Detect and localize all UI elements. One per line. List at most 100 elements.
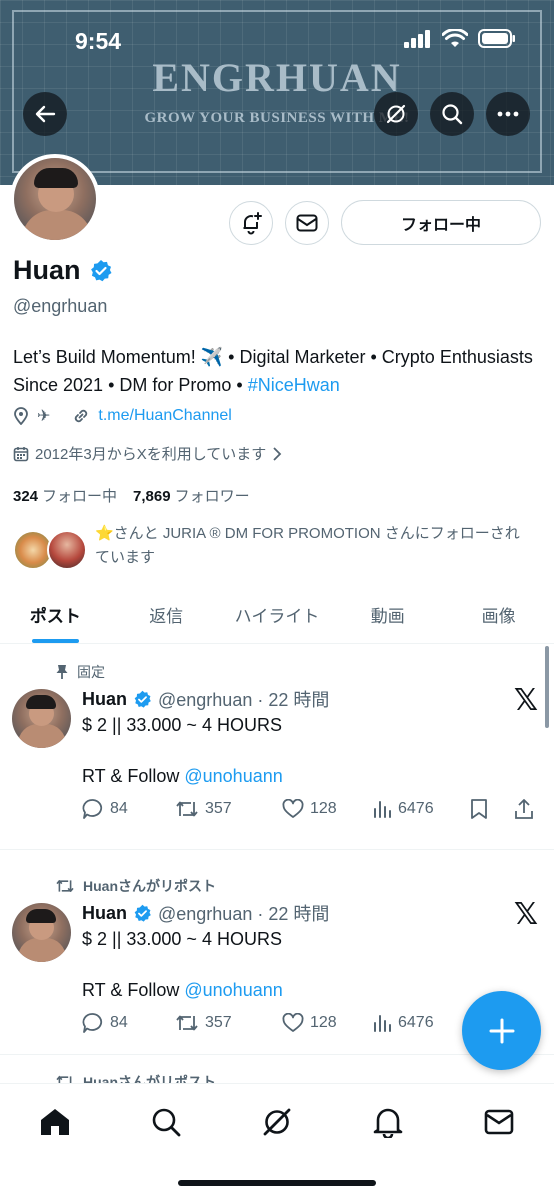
- repost-count: 357: [205, 1014, 232, 1031]
- repost-count: 357: [205, 800, 232, 817]
- reply-button[interactable]: 84: [82, 798, 175, 820]
- message-button[interactable]: [285, 201, 329, 245]
- follow-counts: 324 フォロー中 7,869 フォロワー: [13, 485, 250, 506]
- profile-tabs: ポスト 返信 ハイライト 動画 画像: [0, 590, 554, 644]
- tab-videos[interactable]: 動画: [332, 590, 443, 643]
- reply-icon: [82, 799, 103, 819]
- post-author-name[interactable]: Huan: [82, 689, 127, 710]
- post-mention[interactable]: @unohuann: [184, 766, 282, 786]
- reply-button[interactable]: 84: [82, 1012, 175, 1034]
- post-actions: 84 357 128 6476: [82, 798, 542, 820]
- reply-count: 84: [110, 1014, 128, 1031]
- post-author-avatar[interactable]: [12, 689, 71, 748]
- x-logo-icon: 𝕏: [513, 897, 538, 932]
- post-author-name[interactable]: Huan: [82, 903, 127, 924]
- tab-highlights[interactable]: ハイライト: [222, 590, 333, 643]
- scrollbar[interactable]: [545, 646, 549, 728]
- post-text-line2: RT & Follow @unohuann: [82, 763, 283, 789]
- status-icons: [404, 29, 516, 48]
- calendar-icon: [13, 446, 29, 461]
- location-icon: [14, 407, 28, 425]
- post-context: 固定: [55, 662, 105, 682]
- bio-hashtag[interactable]: #NiceHwan: [248, 375, 340, 395]
- post-context-label: 固定: [77, 664, 105, 680]
- like-button[interactable]: 128: [282, 799, 372, 819]
- profile-avatar[interactable]: [10, 154, 100, 244]
- post-text-line2: RT & Follow @unohuann: [82, 977, 283, 1003]
- active-tab-indicator: [32, 639, 79, 643]
- nav-home[interactable]: [35, 1102, 75, 1142]
- search-button[interactable]: [430, 92, 474, 136]
- like-button[interactable]: 128: [282, 1013, 372, 1033]
- battery-icon: [478, 29, 515, 48]
- grok-button[interactable]: [374, 92, 418, 136]
- pin-icon: [56, 665, 68, 679]
- nav-grok[interactable]: [257, 1102, 297, 1142]
- more-icon: [497, 111, 519, 117]
- post-item[interactable]: 固定 Huan @engrhuan · 22 時間 𝕏 $ 2 || 33.00…: [0, 645, 554, 850]
- nav-messages[interactable]: [479, 1102, 519, 1142]
- post-mention[interactable]: @unohuann: [184, 980, 282, 1000]
- followers-count-link[interactable]: 7,869 フォロワー: [133, 485, 250, 506]
- search-icon: [152, 1108, 181, 1137]
- x-logo-icon: 𝕏: [513, 683, 538, 718]
- bookmark-button[interactable]: [470, 798, 514, 820]
- verified-badge-icon[interactable]: [89, 259, 113, 283]
- repost-button[interactable]: 357: [175, 799, 282, 819]
- views-count: 6476: [398, 1014, 434, 1031]
- post-context: Huanさんがリポスト: [55, 876, 216, 896]
- repost-icon: [176, 1015, 198, 1031]
- share-button[interactable]: [514, 798, 534, 820]
- notifications-icon: [373, 1108, 403, 1138]
- home-indicator: [178, 1180, 376, 1186]
- bookmark-icon: [471, 799, 487, 819]
- profile-link[interactable]: t.me/HuanChannel: [98, 407, 231, 425]
- reply-count: 84: [110, 800, 128, 817]
- nav-notifications[interactable]: [368, 1102, 408, 1142]
- tab-label: ポスト: [29, 607, 81, 626]
- link-icon: [75, 409, 88, 423]
- tab-media[interactable]: 画像: [443, 590, 554, 643]
- notify-button[interactable]: [229, 201, 273, 245]
- post-handle-time: @engrhuan · 22 時間: [158, 904, 330, 924]
- avatar-figure: [22, 210, 92, 240]
- compose-post-button[interactable]: [462, 991, 541, 1070]
- post-text-line1: $ 2 || 33.000 ~ 4 HOURS: [82, 929, 282, 949]
- profile-bio: Let’s Build Momentum! ✈️ • Digital Marke…: [13, 343, 533, 399]
- search-icon: [442, 104, 463, 125]
- signal-icon: [404, 29, 430, 48]
- followed-by-text: ⭐さんと JURIA ® DM FOR PROMOTION さんにフォローされて…: [95, 525, 520, 566]
- mail-icon: [484, 1109, 514, 1135]
- plus-icon: [489, 1018, 514, 1043]
- avatar-hair: [26, 909, 56, 923]
- tab-posts[interactable]: ポスト: [0, 590, 111, 643]
- avatar-figure: [18, 724, 66, 748]
- like-count: 128: [310, 1014, 337, 1031]
- profile-meta-location-link: ✈ t.me/HuanChannel: [13, 406, 232, 426]
- views-button[interactable]: 6476: [372, 1013, 470, 1033]
- grok-icon: [386, 104, 406, 124]
- profile-meta-joined[interactable]: 2012年3月からXを利用しています: [13, 443, 282, 464]
- post-context-label[interactable]: Huanさんがリポスト: [83, 876, 216, 896]
- tab-replies[interactable]: 返信: [111, 590, 222, 643]
- following-count-link[interactable]: 324 フォロー中: [13, 485, 117, 506]
- tab-label: 画像: [481, 607, 516, 626]
- views-button[interactable]: 6476: [372, 799, 470, 819]
- followed-by-row[interactable]: ⭐さんと JURIA ® DM FOR PROMOTION さんにフォローされて…: [13, 522, 533, 570]
- more-button[interactable]: [486, 92, 530, 136]
- views-count: 6476: [398, 800, 434, 817]
- tab-label: ハイライト: [234, 607, 320, 626]
- repost-button[interactable]: 357: [175, 1013, 282, 1033]
- nav-search[interactable]: [146, 1102, 186, 1142]
- back-button[interactable]: [23, 92, 67, 136]
- location-text: ✈: [37, 408, 51, 425]
- back-arrow-icon: [35, 105, 56, 123]
- like-count: 128: [310, 800, 337, 817]
- post-author-avatar[interactable]: [12, 903, 71, 962]
- post-handle-time: @engrhuan · 22 時間: [158, 690, 330, 710]
- share-icon: [515, 799, 533, 819]
- mail-icon: [296, 214, 318, 232]
- followers-you-know-avatars: [13, 522, 95, 570]
- following-button[interactable]: フォロー中: [341, 200, 541, 245]
- banner-title: ENGRHUAN: [152, 55, 402, 100]
